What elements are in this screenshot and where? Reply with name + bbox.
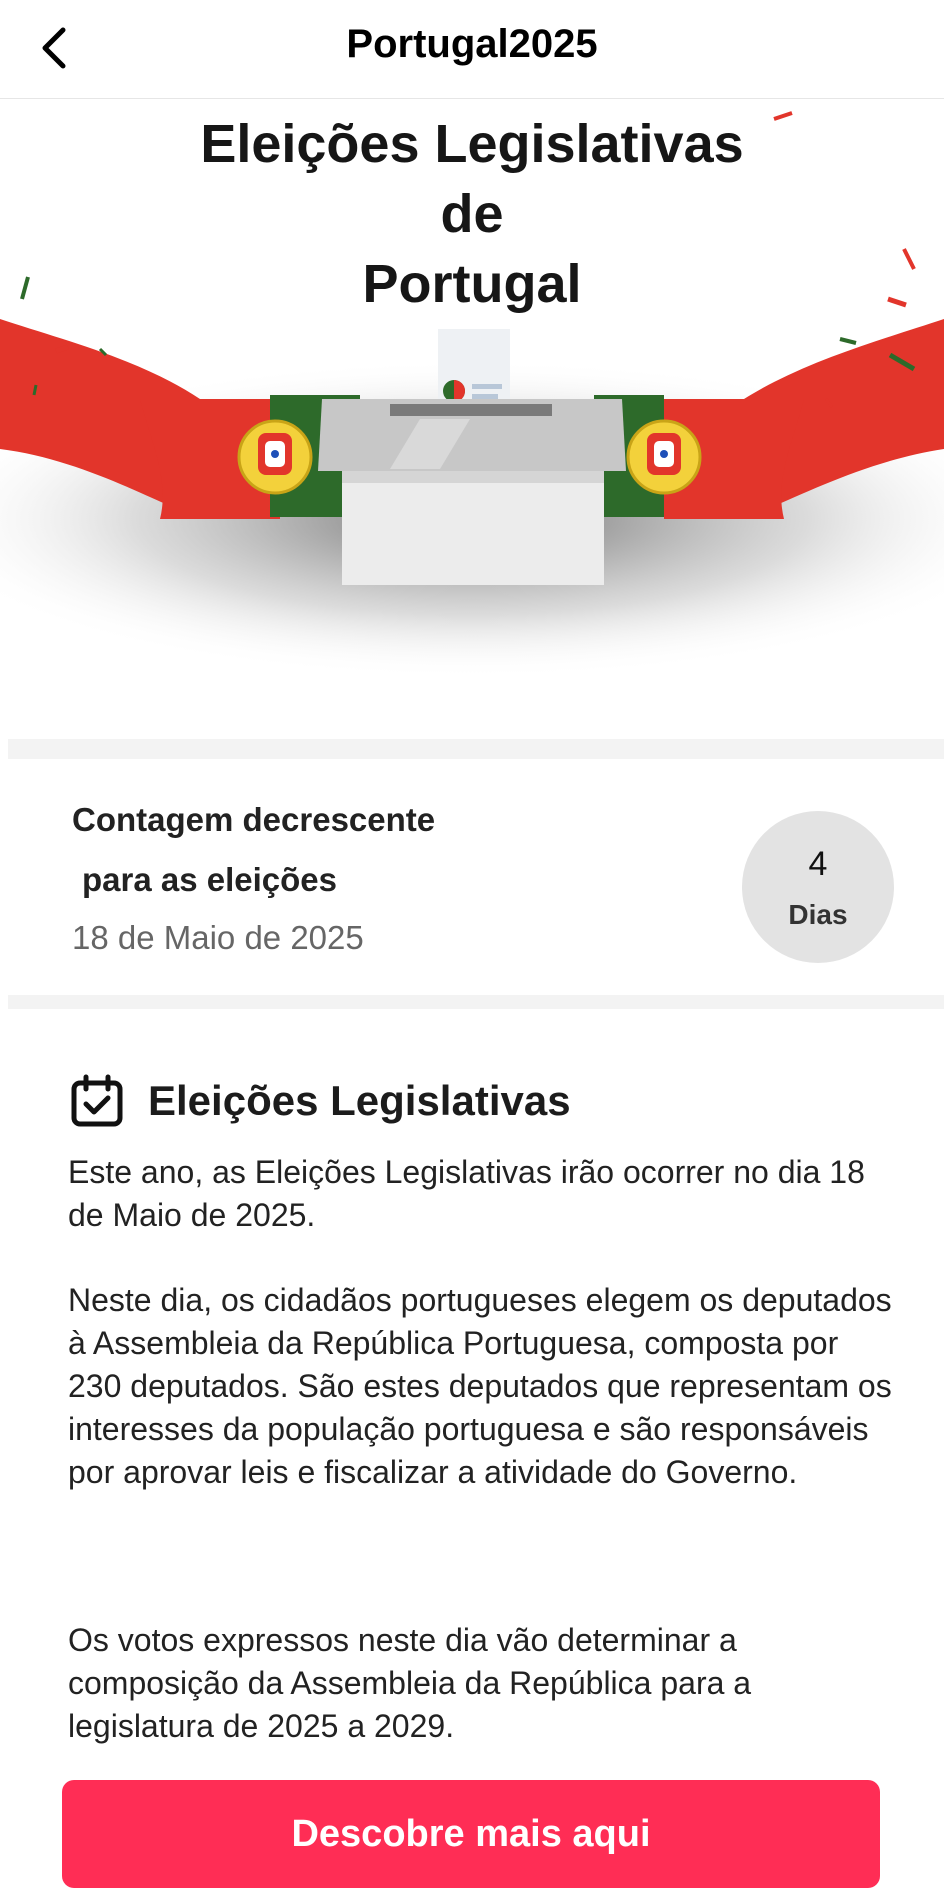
hero-title-line: de	[440, 184, 504, 244]
countdown-heading: Contagem decrescente	[72, 801, 436, 838]
countdown-card: Contagem decrescente para as eleições 18…	[8, 759, 944, 995]
info-paragraph: Os votos expressos neste dia vão determi…	[68, 1622, 752, 1744]
calendar-check-icon	[71, 1074, 123, 1127]
election-info-section: Eleições Legislativas Este ano, as Eleiç…	[0, 1009, 944, 1895]
hero-title: Eleições Legislativas de Portugal	[0, 109, 944, 319]
hero-title-line: Portugal	[362, 254, 582, 314]
countdown-subheading: para as eleições	[82, 861, 338, 898]
days-remaining-label: Dias	[788, 899, 848, 930]
info-paragraph: Este ano, as Eleições Legislativas irão …	[68, 1154, 865, 1233]
learn-more-button[interactable]: Descobre mais aqui	[62, 1780, 880, 1888]
coat-of-arms-left-icon	[237, 419, 313, 495]
days-remaining-value: 4	[808, 845, 828, 883]
coat-of-arms-right-icon	[626, 419, 702, 495]
section-title: Eleições Legislativas	[148, 1077, 571, 1124]
section-divider	[8, 739, 944, 759]
section-divider	[8, 995, 944, 1009]
info-paragraph: Neste dia, os cidadãos portugueses elege…	[68, 1282, 892, 1490]
days-remaining-badge: 4 Dias	[742, 811, 894, 963]
hero-title-line: Eleições Legislativas	[200, 114, 744, 174]
hero-banner: Eleições Legislativas de Portugal	[0, 99, 944, 739]
election-date: 18 de Maio de 2025	[72, 919, 364, 956]
top-navigation-bar: Portugal2025	[0, 0, 944, 99]
page-title: Portugal2025	[346, 22, 598, 66]
